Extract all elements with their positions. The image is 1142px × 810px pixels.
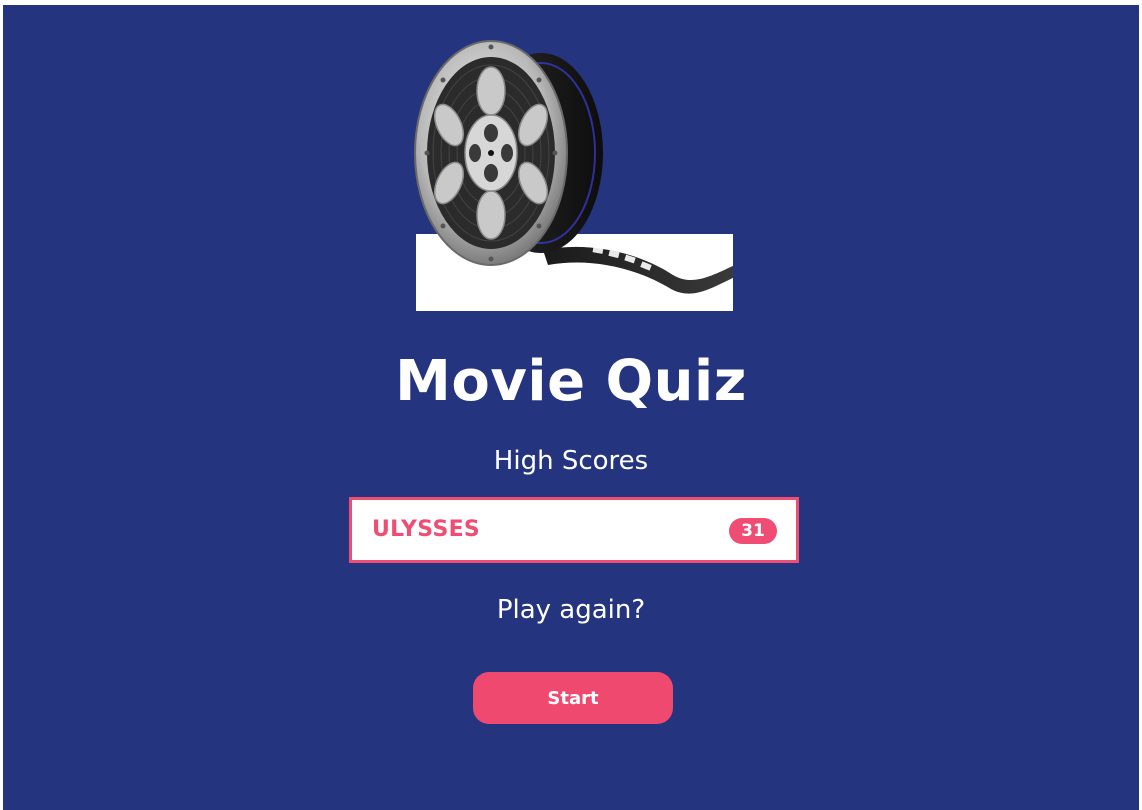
play-again-prompt: Play again? — [496, 595, 646, 625]
high-scores-heading: High Scores — [493, 446, 649, 476]
start-button[interactable]: Start — [473, 672, 673, 724]
page-title: Movie Quiz — [395, 349, 747, 414]
quiz-screen: Movie Quiz High Scores ULYSSES 31 Play a… — [3, 5, 1139, 810]
high-score-list-item: ULYSSES 31 — [349, 497, 799, 563]
high-score-badge: 31 — [729, 518, 777, 544]
high-score-player-name: ULYSSES — [372, 517, 481, 542]
film-reel-icon — [413, 25, 733, 315]
